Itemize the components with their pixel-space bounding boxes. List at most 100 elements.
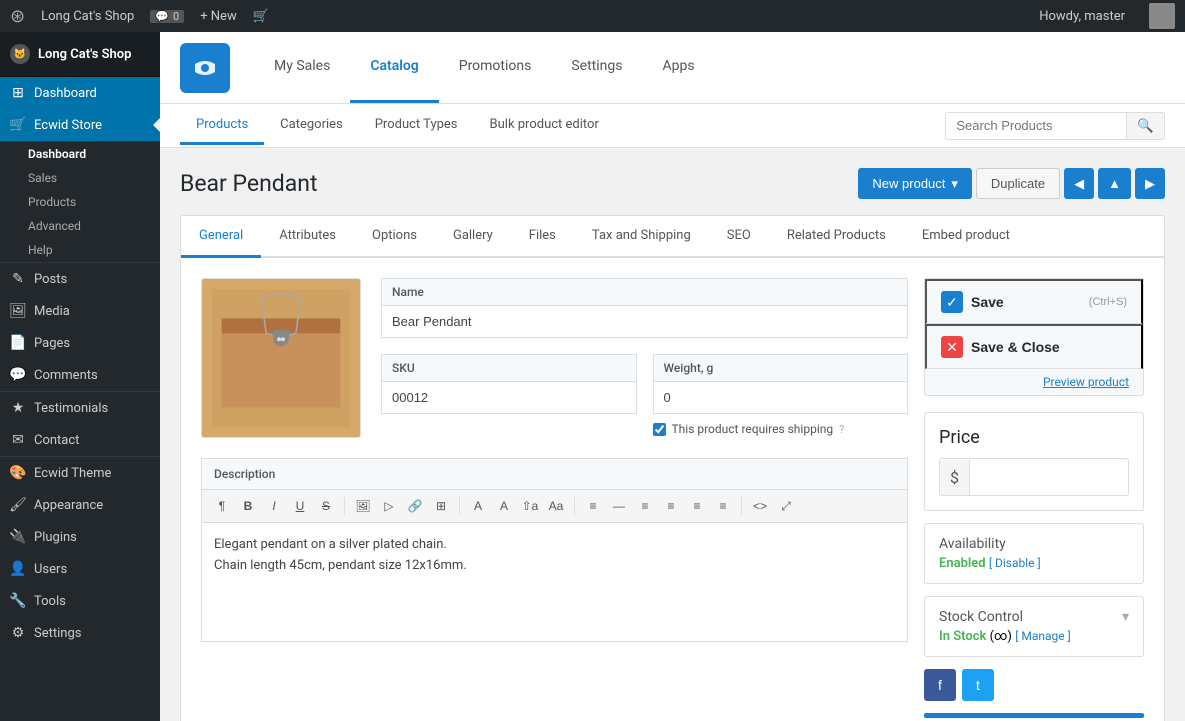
name-input[interactable] [381, 305, 908, 338]
sidebar-tools-item[interactable]: 🔧 Tools [0, 585, 160, 617]
duplicate-button[interactable]: Duplicate [976, 168, 1060, 199]
posts-icon: ✎ [10, 271, 26, 287]
nav-promotions[interactable]: Promotions [439, 32, 552, 103]
ecwid-logo [180, 43, 230, 93]
shipping-help-icon[interactable]: ? [839, 423, 844, 436]
toolbar-underline[interactable]: U [288, 494, 312, 518]
sidebar-comments-item[interactable]: 💬 Comments [0, 359, 160, 391]
tab-gallery[interactable]: Gallery [435, 216, 511, 258]
price-title: Price [939, 427, 1129, 448]
sidebar-plugins-item[interactable]: 🔌 Plugins [0, 521, 160, 553]
sidebar-sub-products[interactable]: Products [0, 190, 160, 214]
nav-my-sales[interactable]: My Sales [254, 32, 350, 103]
toolbar-strikethrough[interactable]: S [314, 494, 338, 518]
shipping-checkbox[interactable] [653, 423, 666, 436]
preview-product-link[interactable]: Preview product [925, 369, 1143, 395]
sidebar-sub-sales[interactable]: Sales [0, 166, 160, 190]
tab-categories[interactable]: Categories [264, 107, 359, 145]
site-name[interactable]: Long Cat's Shop [41, 9, 134, 24]
sidebar-users-item[interactable]: 👤 Users [0, 553, 160, 585]
new-product-dropdown-icon: ▾ [951, 176, 958, 192]
search-input[interactable] [946, 113, 1126, 138]
toolbar-media[interactable]: ▷ [377, 494, 401, 518]
sidebar-sub-help[interactable]: Help [0, 238, 160, 262]
toolbar-link[interactable]: 🔗 [403, 494, 427, 518]
toolbar-align-left[interactable]: ≡ [581, 494, 605, 518]
sidebar-sub-advanced[interactable]: Advanced [0, 214, 160, 238]
toolbar-font-color[interactable]: A [466, 494, 490, 518]
toolbar-superscript[interactable]: ⇧a [518, 494, 542, 518]
sidebar-settings-item[interactable]: ⚙ Settings [0, 617, 160, 649]
ecwid-store-header: My Sales Catalog Promotions Settings App… [160, 32, 1185, 104]
tab-bulk-editor[interactable]: Bulk product editor [474, 107, 615, 145]
availability-status: Enabled [ Disable ] [939, 556, 1129, 571]
new-product-button[interactable]: New product ▾ [858, 168, 972, 199]
settings-icon: ⚙ [10, 625, 26, 641]
sidebar-appearance-item[interactable]: 🖌 Appearance [0, 489, 160, 521]
comment-count[interactable]: 💬 0 [150, 10, 184, 23]
tab-products[interactable]: Products [180, 107, 264, 145]
weight-input[interactable] [653, 381, 909, 414]
toolbar-outdent[interactable]: ≡ [711, 494, 735, 518]
toolbar-font-size[interactable]: Aa [544, 494, 568, 518]
tab-seo[interactable]: SEO [709, 216, 769, 258]
cart-icon[interactable]: 🛒 [253, 9, 269, 24]
nav-settings[interactable]: Settings [551, 32, 642, 103]
stock-manage-link[interactable]: [ Manage ] [1015, 629, 1071, 643]
weight-label: Weight, g [653, 354, 909, 381]
facebook-share-button[interactable]: f [924, 669, 956, 701]
new-button[interactable]: + New [200, 9, 237, 24]
toolbar-paragraph[interactable]: ¶ [210, 494, 234, 518]
next-product-button[interactable]: ▶ [1135, 168, 1165, 199]
up-product-button[interactable]: ▲ [1098, 168, 1131, 199]
sidebar-contact-item[interactable]: ✉ Contact [0, 424, 160, 456]
prev-product-button[interactable]: ◀ [1064, 168, 1094, 199]
toolbar-font-bg[interactable]: A [492, 494, 516, 518]
product-image[interactable] [201, 278, 361, 438]
description-content[interactable]: Elegant pendant on a silver plated chain… [201, 522, 908, 642]
availability-action[interactable]: [ Disable ] [989, 556, 1041, 570]
toolbar-hr[interactable]: — [607, 494, 631, 518]
tab-files[interactable]: Files [511, 216, 574, 258]
sidebar-pages-item[interactable]: 📄 Pages [0, 327, 160, 359]
availability-box: Availability Enabled [ Disable ] [924, 523, 1144, 584]
toolbar-table[interactable]: ⊞ [429, 494, 453, 518]
user-avatar[interactable] [1149, 3, 1175, 29]
tools-icon: 🔧 [10, 593, 26, 609]
sku-input[interactable] [381, 381, 637, 414]
sidebar-posts-item[interactable]: ✎ Posts [0, 263, 160, 295]
sidebar-logo[interactable]: 🐱 Long Cat's Shop [0, 32, 160, 77]
save-button[interactable]: ✓ Save (Ctrl+S) [925, 279, 1143, 324]
sidebar-media-item[interactable]: 🖼 Media [0, 295, 160, 327]
nav-catalog[interactable]: Catalog [350, 32, 438, 103]
toolbar-ol[interactable]: ≡ [659, 494, 683, 518]
sidebar-sub-dashboard[interactable]: Dashboard [0, 142, 160, 166]
sidebar-testimonials-item[interactable]: ★ Testimonials [0, 392, 160, 424]
sku-field-group: SKU [381, 354, 637, 436]
toolbar-indent[interactable]: ≡ [685, 494, 709, 518]
tab-tax-shipping[interactable]: Tax and Shipping [574, 216, 709, 258]
price-input[interactable] [970, 460, 1129, 494]
toolbar-bold[interactable]: B [236, 494, 260, 518]
toolbar-italic[interactable]: I [262, 494, 286, 518]
sidebar-ecwid-store-item[interactable]: 🛒 Ecwid Store [0, 109, 160, 141]
tab-product-types[interactable]: Product Types [359, 107, 474, 145]
sidebar-ecwid-theme-item[interactable]: 🎨 Ecwid Theme [0, 457, 160, 489]
nav-apps[interactable]: Apps [642, 32, 714, 103]
toolbar-fullscreen[interactable]: ⤢ [774, 494, 798, 518]
toolbar-ul[interactable]: ≡ [633, 494, 657, 518]
toolbar-source[interactable]: <> [748, 494, 772, 518]
save-close-button[interactable]: ✕ Save & Close [925, 324, 1143, 369]
pages-icon: 📄 [10, 335, 26, 351]
tab-options[interactable]: Options [354, 216, 435, 258]
appearance-icon: 🖌 [10, 497, 26, 513]
tab-general[interactable]: General [181, 216, 261, 258]
toolbar-image[interactable]: 🖼 [351, 494, 375, 518]
tab-embed-product[interactable]: Embed product [904, 216, 1028, 258]
tab-attributes[interactable]: Attributes [261, 216, 354, 258]
twitter-share-button[interactable]: t [962, 669, 994, 701]
tab-related-products[interactable]: Related Products [769, 216, 904, 258]
search-button[interactable]: 🔍 [1126, 113, 1164, 139]
sidebar-dashboard-item[interactable]: ⊞ Dashboard [0, 77, 160, 109]
stock-expand-icon[interactable]: ▾ [1122, 609, 1129, 625]
